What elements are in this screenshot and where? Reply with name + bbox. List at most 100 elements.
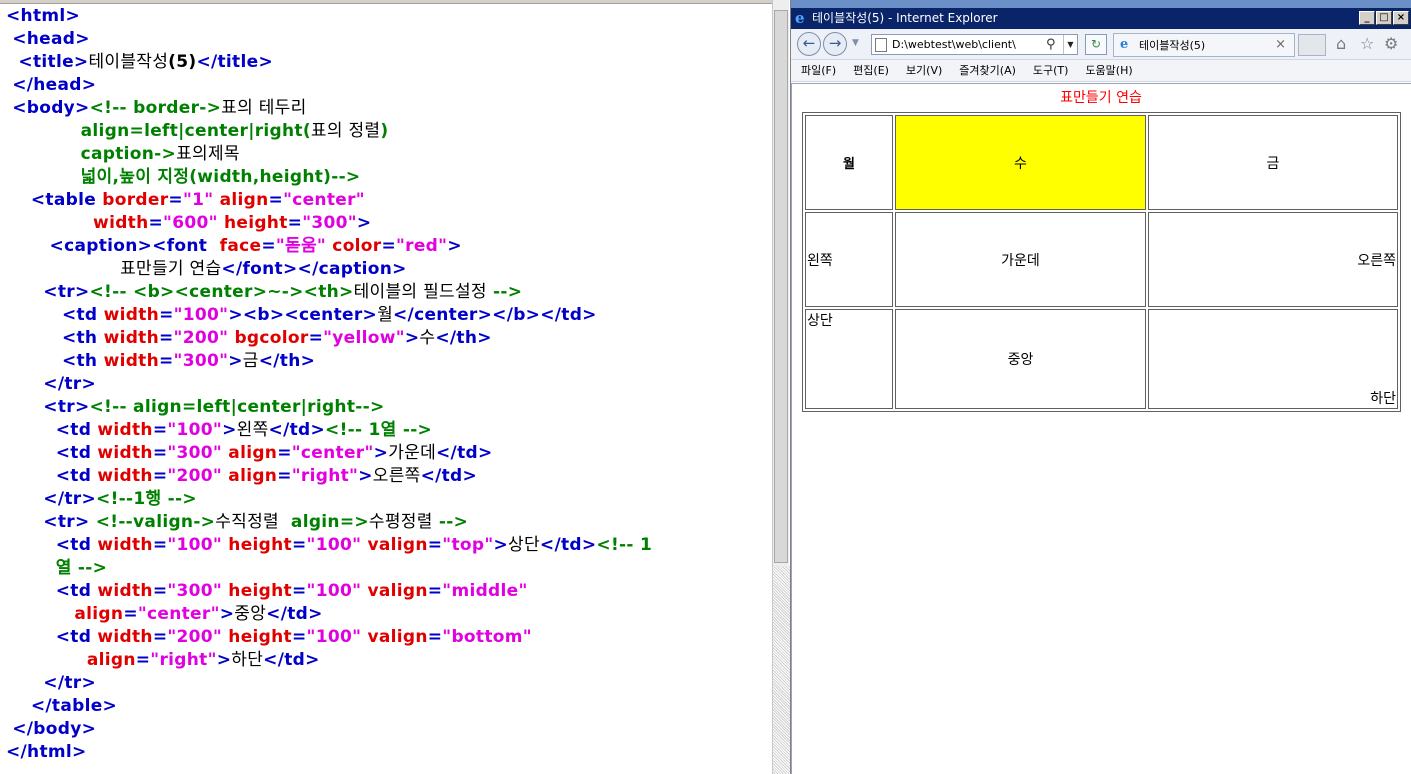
- code-token: =: [291, 581, 307, 601]
- code-token: "300": [167, 581, 223, 601]
- code-token: width: [97, 443, 153, 463]
- menu-file[interactable]: 파일(F): [801, 60, 836, 81]
- code-token: face: [213, 236, 262, 256]
- code-token: "200": [167, 466, 223, 486]
- code-token: <td: [6, 305, 104, 325]
- code-line: <tr><!-- align=left|center|right-->: [6, 396, 766, 419]
- cell-center: 가운데: [895, 212, 1146, 307]
- table-row: 왼쪽 가운데 오른쪽: [805, 212, 1398, 307]
- address-bar[interactable]: D:\webtest\web\client\ ⚲ ▼: [871, 34, 1078, 55]
- code-line: <td width="200" height="100" valign="bot…: [6, 626, 766, 649]
- code-token: =: [268, 190, 284, 210]
- code-token: "200": [167, 627, 223, 647]
- history-dropdown-icon[interactable]: ▼: [852, 38, 859, 48]
- code-token: 수평정렬: [368, 512, 433, 532]
- code-token: "center": [283, 190, 365, 210]
- cell-top: 상단: [805, 309, 893, 409]
- code-token: =: [159, 328, 174, 348]
- cell-left: 왼쪽: [805, 212, 893, 307]
- code-token: (5): [168, 52, 197, 72]
- code-line: </tr>: [6, 373, 766, 396]
- code-token: "bottom": [442, 627, 532, 647]
- menu-view[interactable]: 보기(V): [906, 60, 942, 81]
- search-icon[interactable]: ⚲: [1046, 37, 1056, 52]
- scrollbar-thumb[interactable]: [774, 10, 788, 563]
- code-token: >: [373, 443, 389, 463]
- table-row: 월 수 금: [805, 115, 1398, 210]
- code-line: align="center">중앙</td>: [6, 603, 766, 626]
- code-token: 표의제목: [176, 144, 240, 164]
- code-token: </tr>: [6, 489, 97, 509]
- scrollbar-track[interactable]: [773, 566, 790, 774]
- code-token: >: [216, 650, 232, 670]
- code-token: height: [222, 535, 292, 555]
- code-editor-pane[interactable]: <html> <head> <title>테이블작성(5)</title> </…: [0, 0, 772, 774]
- menu-help[interactable]: 도움말(H): [1085, 60, 1132, 81]
- code-line: width="600" height="300">: [6, 212, 766, 235]
- code-token: </html>: [6, 742, 87, 762]
- refresh-icon[interactable]: ↻: [1085, 34, 1107, 55]
- maximize-button[interactable]: □: [1376, 11, 1392, 25]
- code-line: align="right">하단</td>: [6, 649, 766, 672]
- browser-tab[interactable]: e 테이블작성(5) ×: [1113, 33, 1295, 57]
- code-token: "middle": [442, 581, 528, 601]
- code-token: width: [103, 351, 159, 371]
- editor-vertical-scrollbar[interactable]: [772, 0, 790, 774]
- close-button[interactable]: ×: [1393, 11, 1409, 25]
- home-icon[interactable]: ⌂: [1336, 36, 1346, 52]
- new-tab-button[interactable]: [1298, 34, 1326, 56]
- menu-favorites[interactable]: 즐겨찾기(A): [959, 60, 1016, 81]
- table-row: 상단 중앙 하단: [805, 309, 1398, 409]
- code-token: =: [291, 627, 307, 647]
- code-token: <th: [6, 328, 104, 348]
- address-dropdown-icon[interactable]: ▼: [1063, 35, 1077, 54]
- code-token: align: [222, 466, 278, 486]
- editor-top-strip: [0, 0, 772, 4]
- code-line: </tr>: [6, 672, 766, 695]
- code-token: valign: [361, 581, 428, 601]
- code-token: width: [103, 305, 160, 325]
- code-token: =: [148, 213, 164, 233]
- settings-gear-icon[interactable]: ⚙: [1384, 36, 1398, 52]
- code-token: >: [493, 535, 509, 555]
- code-line: <td width="100">왼쪽</td><!-- 1열 -->: [6, 419, 766, 442]
- code-token: <body>: [6, 98, 90, 118]
- code-token: "right": [150, 650, 217, 670]
- menu-edit[interactable]: 편집(E): [853, 60, 889, 81]
- code-line: <td width="100" height="100" valign="top…: [6, 534, 766, 557]
- code-token: align: [222, 443, 278, 463]
- code-token: <tr>: [6, 512, 96, 532]
- code-token: valign: [361, 535, 428, 555]
- code-token: 중앙: [234, 604, 267, 624]
- page-viewport: 표만들기 연습 월 수 금 왼쪽 가운데 오른쪽 상단 중앙 하단: [791, 83, 1411, 774]
- code-token: =: [427, 581, 443, 601]
- code-line: align=left|center|right(표의 정렬): [6, 120, 766, 143]
- browser-title-bar[interactable]: e 테이블작성(5) - Internet Explorer _ □ ×: [791, 8, 1411, 29]
- code-token: align: [213, 190, 269, 210]
- code-token: width: [103, 328, 159, 348]
- code-token: <!-- 1: [596, 535, 653, 555]
- menu-tools[interactable]: 도구(T): [1033, 60, 1069, 81]
- code-token: =: [381, 236, 397, 256]
- tab-close-icon[interactable]: ×: [1275, 37, 1286, 52]
- code-line: 열 -->: [6, 557, 766, 580]
- code-line: <table border="1" align="center": [6, 189, 766, 212]
- code-token: =: [152, 466, 168, 486]
- browser-window: e 테이블작성(5) - Internet Explorer _ □ × ← →…: [790, 0, 1411, 774]
- code-token: <tr>: [6, 397, 90, 417]
- code-token: width: [97, 535, 153, 555]
- code-token: >: [358, 466, 373, 486]
- code-text-area[interactable]: <html> <head> <title>테이블작성(5)</title> </…: [6, 5, 766, 764]
- code-token: "red": [396, 236, 448, 256]
- address-url[interactable]: D:\webtest\web\client\: [892, 38, 1042, 52]
- code-line: <title>테이블작성(5)</title>: [6, 51, 766, 74]
- code-line: <body><!-- border->표의 테두리: [6, 97, 766, 120]
- minimize-button[interactable]: _: [1359, 11, 1375, 25]
- code-token: "100": [306, 627, 362, 647]
- code-token: "100": [167, 420, 223, 440]
- code-token: </title>: [196, 52, 273, 72]
- back-icon[interactable]: ←: [797, 32, 821, 56]
- favorites-star-icon[interactable]: ☆: [1360, 36, 1374, 52]
- forward-icon[interactable]: →: [823, 32, 847, 56]
- code-line: <caption><font face="돋움" color="red">: [6, 235, 766, 258]
